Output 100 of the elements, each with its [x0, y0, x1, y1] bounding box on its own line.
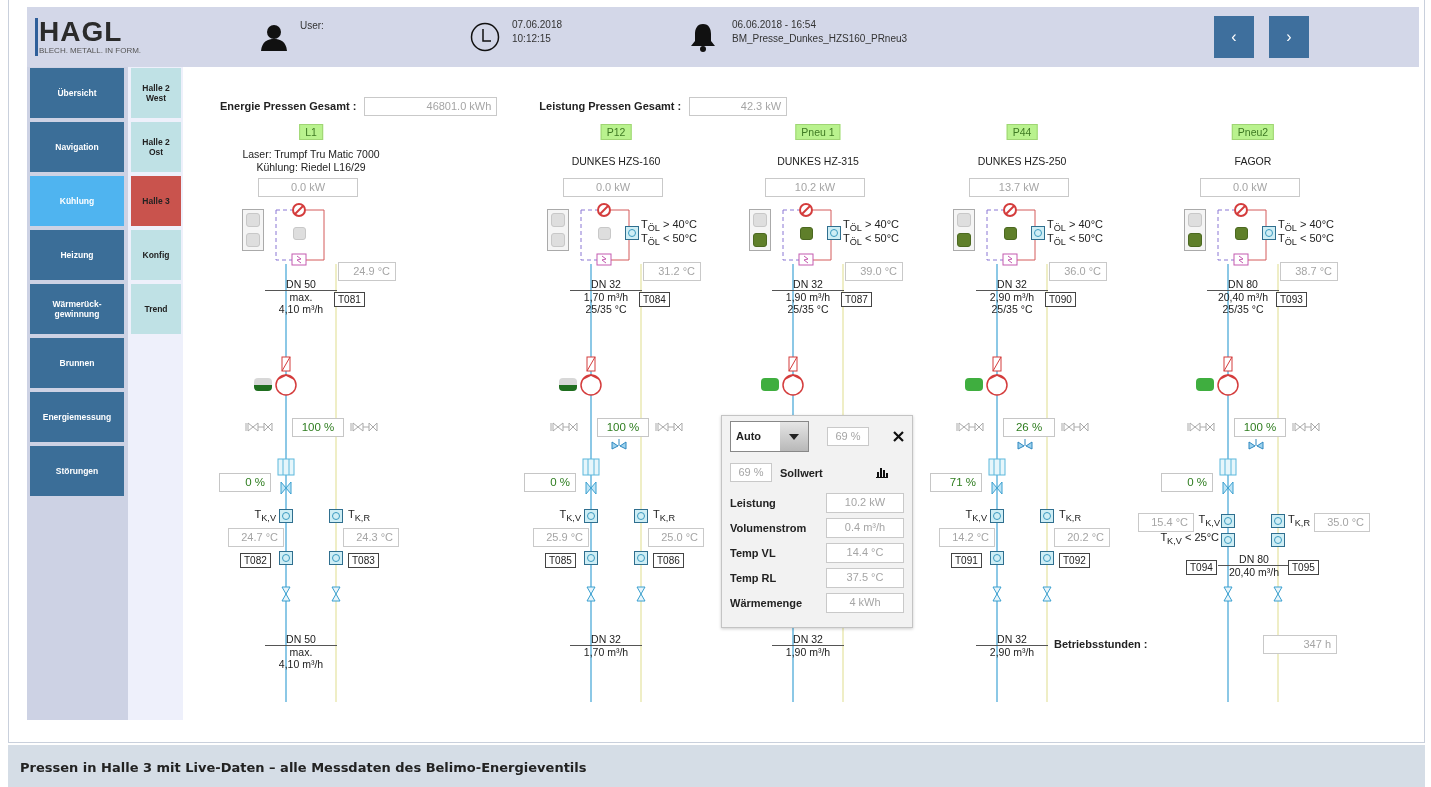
sensor-tag: T082 [240, 553, 271, 568]
pipe-spec-label: max. [289, 646, 313, 658]
pump-icon [275, 374, 297, 396]
valve-icon [1060, 421, 1090, 433]
damper-icon [1223, 356, 1233, 372]
sensor-label: T$_{K,V}$ [1197, 513, 1220, 529]
sensor-tag: T083 [348, 553, 379, 568]
measurement-label: Temp VL [730, 547, 777, 559]
bar-chart-icon[interactable] [876, 467, 888, 478]
pipe-spec-label: 25/35 °C [585, 303, 627, 315]
previous-button[interactable]: ‹ [1214, 16, 1254, 58]
pipe-spec-label: 2,90 m³/h [989, 646, 1035, 658]
sensor-icon [584, 551, 598, 565]
sensor-label: T$_{K,V}$ [558, 508, 581, 524]
sensor-icon [279, 509, 293, 523]
press-name: FAGOR [1234, 154, 1272, 168]
power-field: 0.0 kW [258, 178, 358, 197]
user-label: User: [300, 19, 324, 33]
date-label: 07.06.2018 [512, 18, 563, 32]
pipe-spec-label: DN 32 [976, 633, 1048, 646]
pipe-spec-label: 4,10 m³/h [278, 303, 324, 315]
controller-drawing [779, 202, 835, 268]
valve-position: 0 % [1161, 473, 1213, 492]
control-valve-icon [991, 481, 1003, 495]
temperature-field: 20.2 °C [1054, 528, 1110, 547]
temperature-field: 15.4 °C [1138, 513, 1194, 532]
press-name: Kühlung: Riedel L16/29 [256, 161, 366, 174]
alarm-message: BM_Presse_Dunkes_HZS160_PRneu3 [732, 32, 908, 46]
valve-position: 100 % [1234, 418, 1286, 437]
pipe-spec-label: DN 32 [570, 633, 642, 646]
press-tag: P12 [600, 124, 632, 140]
sensor-tag: T091 [951, 553, 982, 568]
hall-tab[interactable]: Trend [131, 284, 181, 334]
valve-position: 71 % [930, 473, 982, 492]
nav-item[interactable]: Wärmerück-gewinnung [30, 284, 124, 334]
sensor-label: T$_{K,V}$ [964, 508, 987, 524]
valve-icon [992, 586, 1002, 602]
pipe-spec-label: DN 32 [772, 633, 844, 646]
controller-drawing [983, 202, 1039, 268]
controller-drawing [577, 202, 633, 268]
sensor-label: T$_{K,V}$ [253, 508, 276, 524]
hall-tab[interactable]: Halle 2 West [131, 68, 181, 118]
measurement-field: 37.5 °C [826, 568, 904, 588]
sensor-label: T$_{K,R}$ [1288, 513, 1311, 529]
mode-dropdown[interactable]: Auto [730, 421, 809, 452]
sensor-icon [827, 226, 841, 240]
clock-icon [470, 22, 500, 52]
sensor-label: T$_{K,R}$ [1059, 508, 1082, 524]
nav-item[interactable]: Brunnen [30, 338, 124, 388]
sensor-icon [990, 509, 1004, 523]
flow-meter-icon [988, 458, 1006, 476]
pump-icon [580, 374, 602, 396]
press-name: DUNKES HZ-315 [777, 154, 859, 168]
pipe-spec-label: DN 32 [570, 278, 642, 291]
nav-item[interactable]: Energiemessung [30, 392, 124, 442]
total-field: 42.3 kW [689, 96, 788, 116]
nav-item[interactable]: Navigation [30, 122, 124, 172]
next-button[interactable]: › [1269, 16, 1309, 58]
close-button[interactable] [893, 431, 904, 442]
pump-icon [782, 374, 804, 396]
press-name: DUNKES HZS-250 [977, 154, 1067, 168]
limit-label: T$_{ÖL}$ > 40°C [843, 218, 900, 234]
hall-tab[interactable]: Halle 2 Ost [131, 122, 181, 172]
sensor-icon [1271, 514, 1285, 528]
power-field: 10.2 kW [765, 178, 865, 197]
valve-icon [1186, 421, 1216, 433]
sensor-icon [329, 509, 343, 523]
nav-item[interactable]: Störungen [30, 446, 124, 496]
temperature-field: 39.0 °C [845, 262, 903, 281]
sensor-tag: T081 [334, 292, 365, 307]
caret-icon [789, 433, 799, 440]
sensor-label: T$_{K,R}$ [348, 508, 371, 524]
sensor-icon [329, 551, 343, 565]
total-field: 46801.0 kWh [364, 96, 498, 116]
hall-tab[interactable]: Konfig [131, 230, 181, 280]
press-tag: P44 [1006, 124, 1038, 140]
valve-position: 26 % [1003, 418, 1055, 437]
valve-position: 0 % [524, 473, 576, 492]
time-label: 10:12:15 [512, 32, 552, 46]
sensor-icon [990, 551, 1004, 565]
sensor-tag: T092 [1059, 553, 1090, 568]
nav-item[interactable]: Heizung [30, 230, 124, 280]
user-icon [260, 23, 288, 51]
logo: HAGL BLECH. METALL. IN FORM. [35, 18, 142, 56]
power-field: 13.7 kW [969, 178, 1069, 197]
valve-icon [349, 421, 379, 433]
measurement-label: Volumenstrom [730, 522, 808, 534]
sensor-icon [634, 551, 648, 565]
valve-icon [586, 586, 596, 602]
hall-tab[interactable]: Halle 3 [131, 176, 181, 226]
sensor-tag: T087 [841, 292, 872, 307]
valve-icon [955, 421, 985, 433]
temperature-field: 38.7 °C [1280, 262, 1338, 281]
pipe-spec-label: DN 50 [265, 278, 337, 291]
measurement-label: Wärmemenge [730, 597, 804, 609]
nav-item[interactable]: Übersicht [30, 68, 124, 118]
temperature-field: 36.0 °C [1049, 262, 1107, 281]
temperature-field: 24.7 °C [228, 528, 284, 547]
pipe-spec-label: 1,90 m³/h [785, 646, 831, 658]
controller-drawing [1214, 202, 1270, 268]
